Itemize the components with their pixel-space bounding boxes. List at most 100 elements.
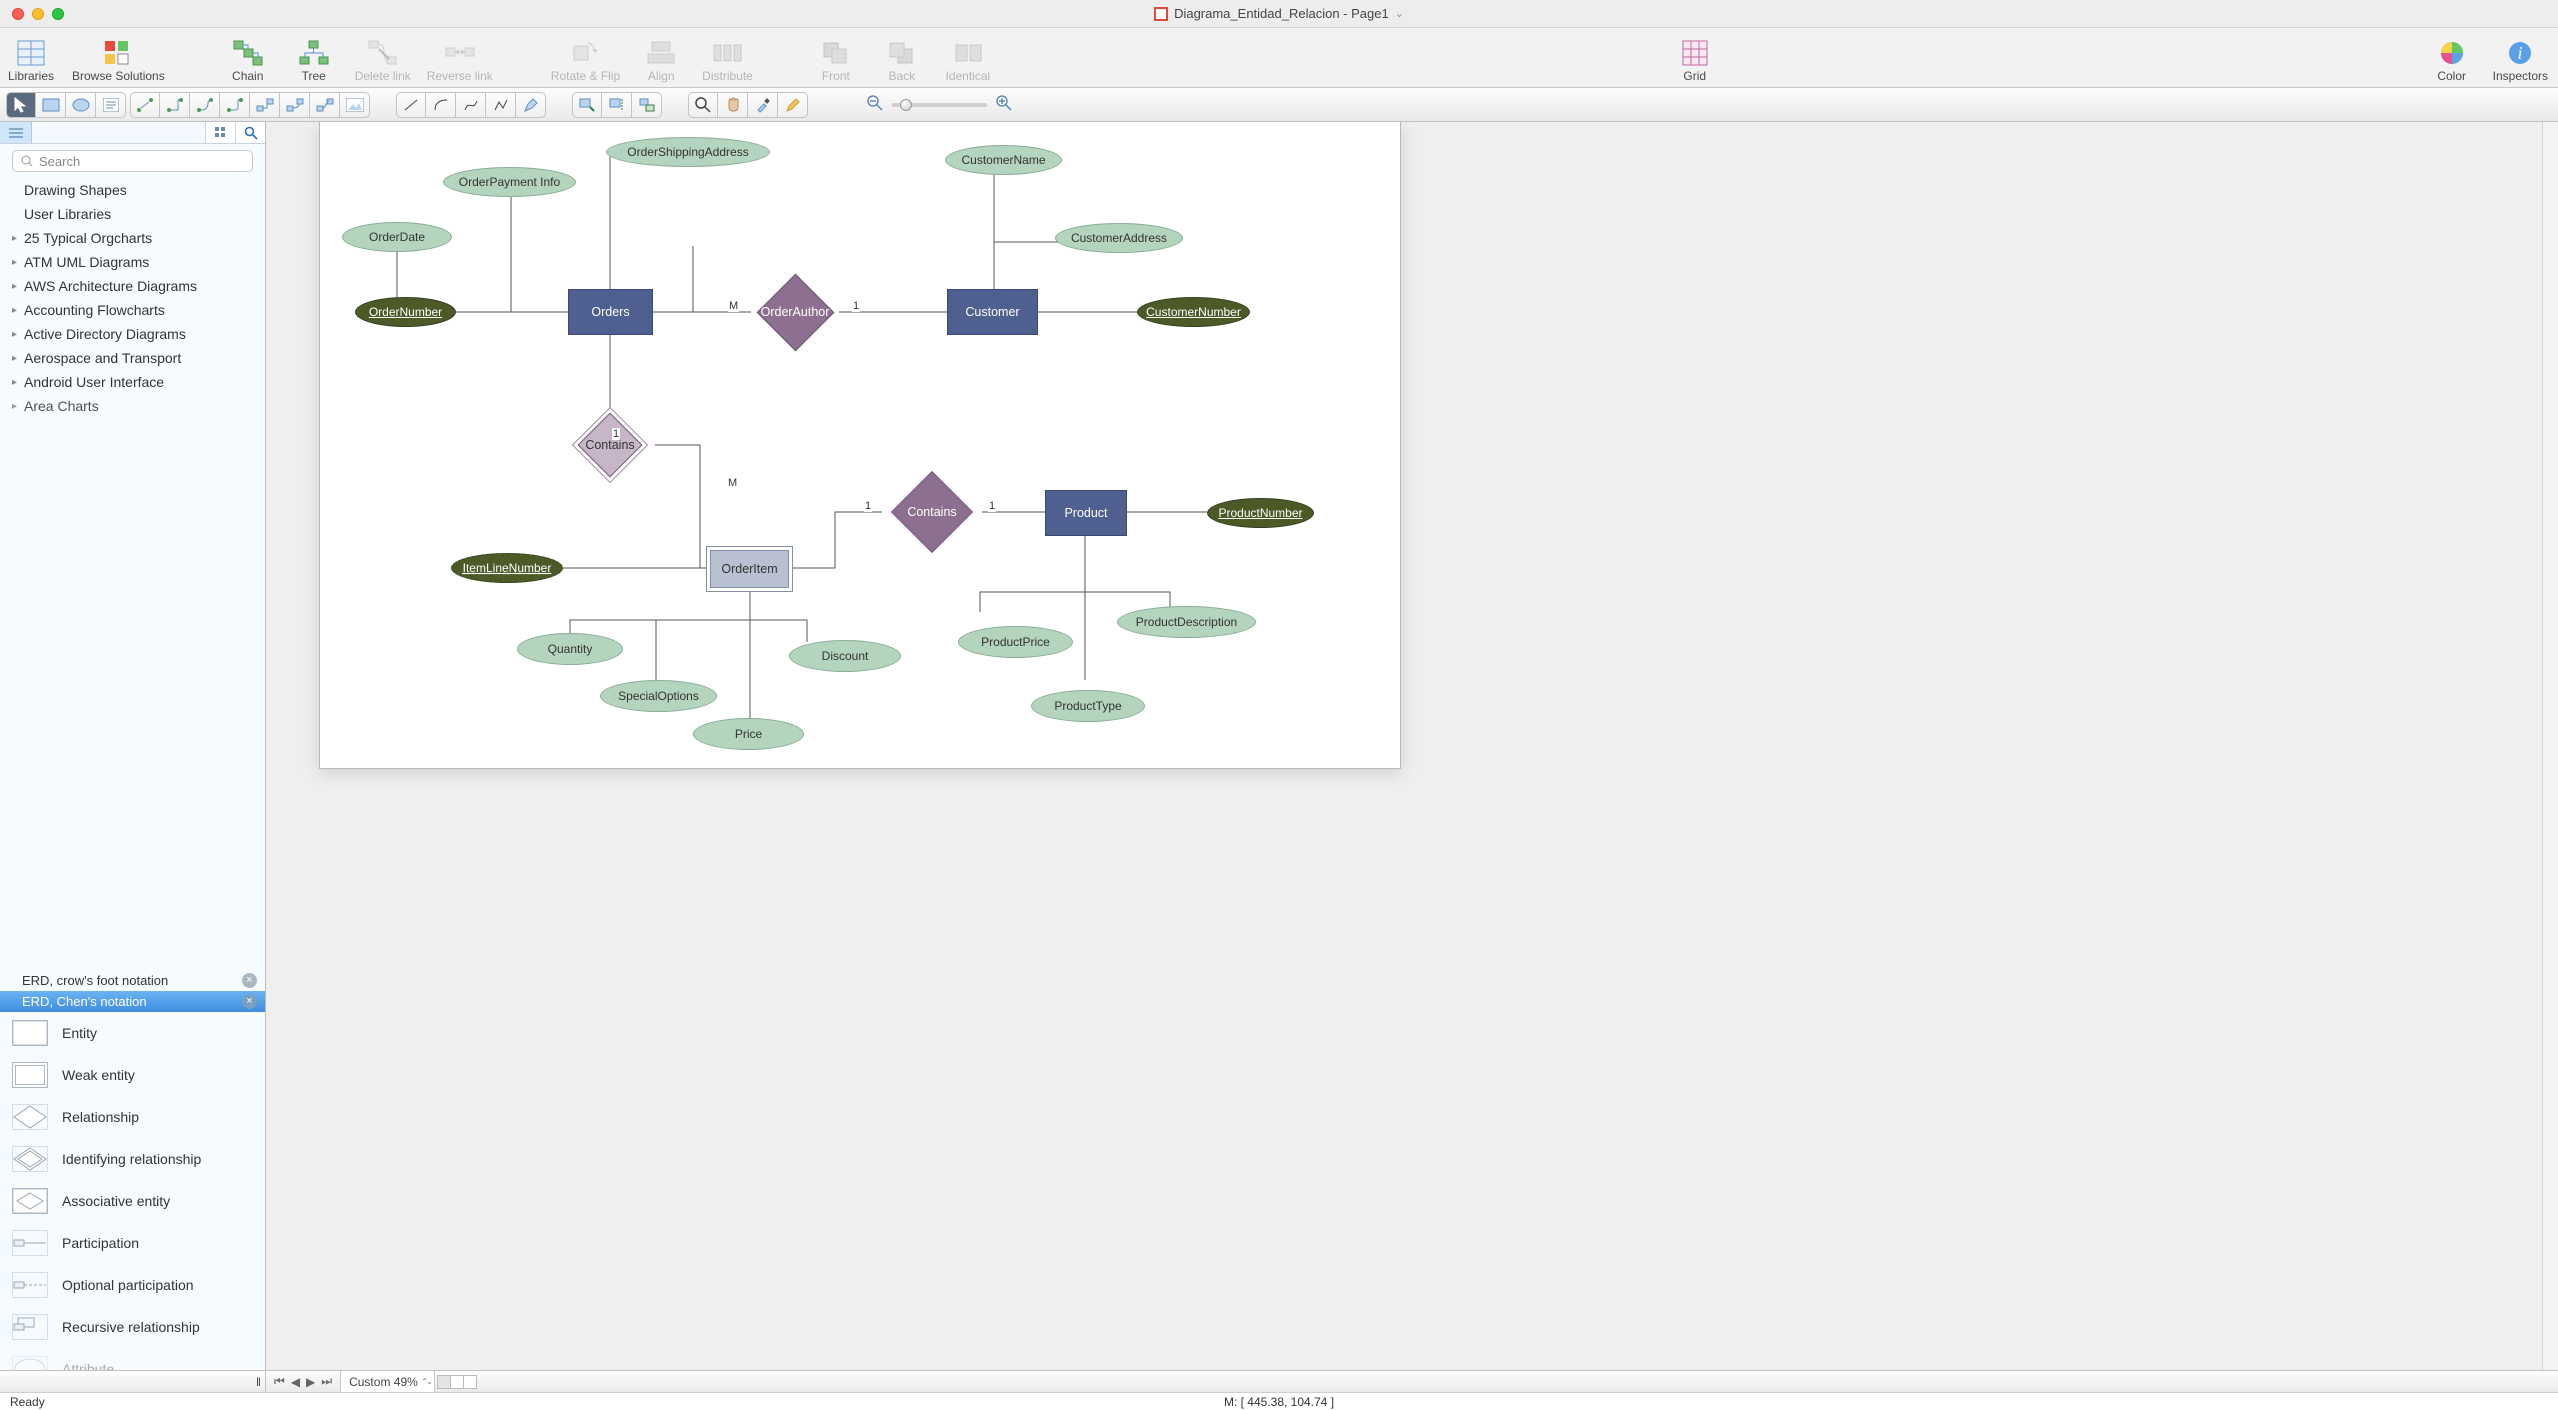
connector-curve-tool[interactable] <box>190 92 220 118</box>
splitter-toggle[interactable]: ‖ <box>0 1371 266 1392</box>
zoom-in-icon[interactable] <box>995 94 1013 115</box>
shape-attribute[interactable]: Attribute <box>0 1348 265 1370</box>
page-2[interactable] <box>450 1375 464 1389</box>
nav-next-icon[interactable]: ▶ <box>304 1375 317 1389</box>
close-icon[interactable]: × <box>242 994 257 1009</box>
close-icon[interactable] <box>12 8 24 20</box>
attr-discount[interactable]: Discount <box>789 640 901 672</box>
notation-chen[interactable]: ERD, Chen's notation × <box>0 991 265 1012</box>
attr-customername[interactable]: CustomerName <box>945 145 1062 175</box>
attr-orderpaymentinfo[interactable]: OrderPayment Info <box>443 167 576 197</box>
minimize-icon[interactable] <box>32 8 44 20</box>
shape-weak-entity[interactable]: Weak entity <box>0 1054 265 1096</box>
pointer-tool[interactable] <box>6 92 36 118</box>
shape-recursive-relationship[interactable]: Recursive relationship <box>0 1306 265 1348</box>
attr-productdescription[interactable]: ProductDescription <box>1117 606 1256 638</box>
cat-area-charts[interactable]: ▸Area Charts <box>0 394 265 418</box>
cat-drawing-shapes[interactable]: Drawing Shapes <box>0 178 265 202</box>
shape-identifying-relationship[interactable]: Identifying relationship <box>0 1138 265 1180</box>
key-itemlinenumber[interactable]: ItemLineNumber <box>451 553 563 583</box>
entity-product[interactable]: Product <box>1045 490 1127 536</box>
inspectors-button[interactable]: i Inspectors <box>2493 39 2548 83</box>
zoom-track[interactable] <box>892 103 987 107</box>
notation-crows-foot[interactable]: ERD, crow's foot notation × <box>0 970 265 991</box>
tab-search[interactable] <box>235 122 265 143</box>
zoom-icon[interactable] <box>52 8 64 20</box>
zoom-thumb[interactable] <box>900 99 912 111</box>
zoom-tool[interactable] <box>688 92 718 118</box>
page-tabs[interactable] <box>437 1375 476 1389</box>
zoom-dropdown[interactable]: Custom 49% <box>340 1371 435 1392</box>
cat-accounting[interactable]: ▸Accounting Flowcharts <box>0 298 265 322</box>
attr-orderdate[interactable]: OrderDate <box>342 222 452 252</box>
line-tool[interactable] <box>396 92 426 118</box>
spline-tool[interactable] <box>456 92 486 118</box>
pencil-tool[interactable] <box>778 92 808 118</box>
zoom-out-icon[interactable] <box>866 94 884 115</box>
connector-spline-tool[interactable] <box>310 92 340 118</box>
attr-quantity[interactable]: Quantity <box>517 633 623 665</box>
search-input[interactable]: Search <box>12 150 253 172</box>
tree-button[interactable]: Tree <box>289 39 339 83</box>
shape-relationship[interactable]: Relationship <box>0 1096 265 1138</box>
chain-button[interactable]: Chain <box>223 39 273 83</box>
vertical-scrollbar[interactable] <box>2542 122 2558 1370</box>
connector-angle-tool[interactable] <box>160 92 190 118</box>
eyedropper-tool[interactable] <box>748 92 778 118</box>
rect-tool[interactable] <box>36 92 66 118</box>
entity-orders[interactable]: Orders <box>568 289 653 335</box>
chevron-down-icon[interactable]: ⌄ <box>1395 7 1404 20</box>
close-icon[interactable]: × <box>242 973 257 988</box>
entity-orderitem[interactable]: OrderItem <box>706 546 793 592</box>
attr-specialoptions[interactable]: SpecialOptions <box>600 680 717 712</box>
attr-productprice[interactable]: ProductPrice <box>958 626 1073 658</box>
attr-price[interactable]: Price <box>693 718 804 750</box>
cat-user-libraries[interactable]: User Libraries <box>0 202 265 226</box>
canvas-scroll[interactable]: Orders Customer Product OrderItem OrderA… <box>266 122 2542 1370</box>
libraries-button[interactable]: Libraries <box>6 39 56 83</box>
attr-ordershippingaddress[interactable]: OrderShippingAddress <box>606 137 770 167</box>
color-button[interactable]: Color <box>2427 39 2477 83</box>
snap-object-tool[interactable] <box>572 92 602 118</box>
cat-aerospace[interactable]: ▸Aerospace and Transport <box>0 346 265 370</box>
nav-last-icon[interactable]: ⏭ <box>319 1374 334 1389</box>
shape-associative-entity[interactable]: Associative entity <box>0 1180 265 1222</box>
polyline-tool[interactable] <box>486 92 516 118</box>
connector-bezier-tool[interactable] <box>280 92 310 118</box>
arc-tool[interactable] <box>426 92 456 118</box>
attr-producttype[interactable]: ProductType <box>1031 690 1145 722</box>
connector-round-tool[interactable] <box>220 92 250 118</box>
cat-typical-orgcharts[interactable]: ▸25 Typical Orgcharts <box>0 226 265 250</box>
snap-guide-tool[interactable] <box>602 92 632 118</box>
cat-active-directory[interactable]: ▸Active Directory Diagrams <box>0 322 265 346</box>
page-3[interactable] <box>463 1375 477 1389</box>
entity-customer[interactable]: Customer <box>947 289 1038 335</box>
image-tool[interactable] <box>340 92 370 118</box>
browse-solutions-button[interactable]: Browse Solutions <box>72 39 165 83</box>
grid-button[interactable]: Grid <box>1670 39 1720 83</box>
erd-canvas[interactable]: Orders Customer Product OrderItem OrderA… <box>320 122 1400 768</box>
relationship-orderauthor[interactable]: OrderAuthor <box>751 282 839 342</box>
nav-first-icon[interactable]: ⏮ <box>272 1374 287 1389</box>
shape-optional-participation[interactable]: Optional participation <box>0 1264 265 1306</box>
snap-grid-tool[interactable] <box>632 92 662 118</box>
shape-entity[interactable]: Entity <box>0 1012 265 1054</box>
ellipse-tool[interactable] <box>66 92 96 118</box>
zoom-slider[interactable] <box>866 94 1013 115</box>
page-1[interactable] <box>437 1375 451 1389</box>
text-tool[interactable] <box>96 92 126 118</box>
connector-smart-tool[interactable] <box>250 92 280 118</box>
nav-prev-icon[interactable]: ◀ <box>289 1375 302 1389</box>
hand-tool[interactable] <box>718 92 748 118</box>
page-nav[interactable]: ⏮ ◀ ▶ ⏭ <box>266 1374 340 1389</box>
key-customernumber[interactable]: CustomerNumber <box>1137 297 1250 327</box>
relationship-contains-orders[interactable]: Contains <box>566 416 654 474</box>
attr-customeraddress[interactable]: CustomerAddress <box>1055 223 1183 253</box>
connector-direct-tool[interactable] <box>130 92 160 118</box>
tab-libraries-list[interactable] <box>0 122 32 143</box>
shape-participation[interactable]: Participation <box>0 1222 265 1264</box>
tab-grid-view[interactable] <box>205 122 235 143</box>
cat-atm-uml[interactable]: ▸ATM UML Diagrams <box>0 250 265 274</box>
cat-android[interactable]: ▸Android User Interface <box>0 370 265 394</box>
key-productnumber[interactable]: ProductNumber <box>1207 498 1314 528</box>
